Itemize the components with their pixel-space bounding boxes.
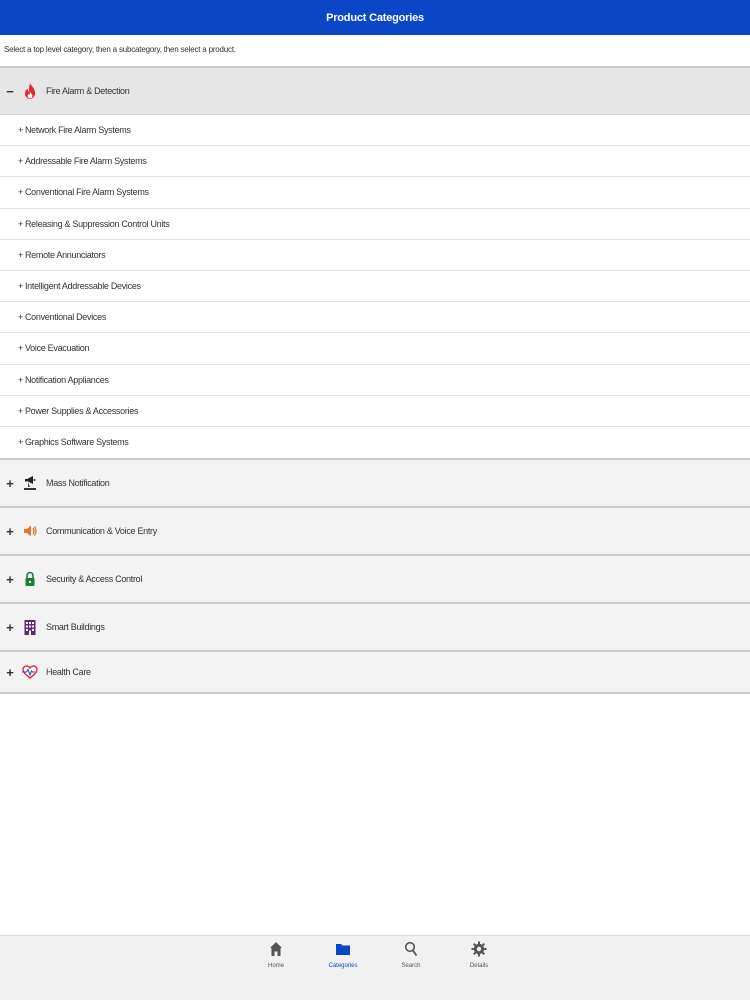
expand-plus: + <box>18 218 23 229</box>
title-bar: Product Categories <box>0 0 750 35</box>
subcategory-label: Conventional Fire Alarm Systems <box>24 187 149 198</box>
subcategory-item[interactable]: + Releasing & Suppression Control Units <box>0 209 750 240</box>
nav-details[interactable]: Details <box>449 936 509 986</box>
nav-label: Home <box>267 963 284 969</box>
expand-plus: + <box>18 343 23 354</box>
subcategory-item[interactable]: + Addressable Fire Alarm Systems <box>0 146 750 178</box>
subcategory-item[interactable]: + Remote Annunciators <box>0 240 750 271</box>
subcategory-item[interactable]: + Notification Appliances <box>0 365 750 396</box>
category-label: Fire Alarm & Detection <box>46 86 130 96</box>
subcategory-item[interactable]: + Conventional Fire Alarm Systems <box>0 177 750 209</box>
expand-plus: + <box>18 437 23 448</box>
nav-label: Details <box>469 963 489 969</box>
category-label: Mass Notification <box>46 478 110 489</box>
subcategory-item[interactable]: + Power Supplies & Accessories <box>0 396 750 427</box>
bottom-nav: Home Categories Search Details <box>0 935 750 1000</box>
subcategory-label: Remote Annunciators <box>24 249 106 260</box>
gear-icon <box>470 939 488 959</box>
expand-toggle[interactable]: + <box>0 620 20 635</box>
category-label: Smart Buildings <box>46 622 105 633</box>
expand-toggle[interactable]: + <box>0 524 20 539</box>
expand-plus: + <box>18 281 23 292</box>
nav-home[interactable]: Home <box>246 936 306 986</box>
subcategory-label: Notification Appliances <box>24 374 109 385</box>
expand-plus: + <box>18 374 23 385</box>
expand-plus: + <box>18 312 23 323</box>
building-icon <box>20 617 40 637</box>
nav-categories[interactable]: Categories <box>313 936 373 986</box>
megaphone-icon <box>20 473 40 493</box>
speaker-icon <box>20 521 40 541</box>
expand-plus: + <box>18 156 23 167</box>
lock-icon <box>20 569 40 589</box>
subcategory-label: Voice Evacuation <box>24 343 90 354</box>
subcategory-label: Conventional Devices <box>24 312 107 323</box>
subcategory-label: Addressable Fire Alarm Systems <box>24 156 147 167</box>
expand-plus: + <box>18 405 23 416</box>
category-security[interactable]: + Security & Access Control <box>0 554 750 603</box>
expand-plus: + <box>18 249 23 260</box>
subcategory-label: Power Supplies & Accessories <box>24 405 139 416</box>
expand-plus: + <box>18 125 23 136</box>
expand-toggle[interactable]: + <box>0 476 20 491</box>
instructions-text: Select a top level category, then a subc… <box>4 45 236 54</box>
category-label: Security & Access Control <box>46 574 143 585</box>
subcategory-item[interactable]: + Voice Evacuation <box>0 333 750 365</box>
collapse-toggle[interactable]: − <box>0 84 20 99</box>
subcategory-item[interactable]: + Graphics Software Systems <box>0 427 750 458</box>
category-communication[interactable]: + Communication & Voice Entry <box>0 506 750 555</box>
nav-label: Categories <box>328 963 358 969</box>
heart-pulse-icon <box>20 662 40 682</box>
category-label: Communication & Voice Entry <box>46 526 157 537</box>
category-list: − Fire Alarm & Detection + Network Fire … <box>0 66 750 695</box>
home-icon <box>267 939 285 959</box>
page-title: Product Categories <box>326 11 424 24</box>
subcategory-list: + Network Fire Alarm Systems + Addressab… <box>0 115 750 458</box>
subcategory-label: Network Fire Alarm Systems <box>24 125 131 136</box>
category-label: Health Care <box>46 667 91 678</box>
category-smart-buildings[interactable]: + Smart Buildings <box>0 602 750 651</box>
subcategory-item[interactable]: + Intelligent Addressable Devices <box>0 271 750 303</box>
flame-icon <box>20 81 40 101</box>
subcategory-label: Releasing & Suppression Control Units <box>24 218 170 229</box>
search-icon <box>402 939 420 959</box>
expand-toggle[interactable]: + <box>0 665 20 680</box>
subcategory-label: Graphics Software Systems <box>24 437 129 448</box>
subcategory-item[interactable]: + Conventional Devices <box>0 302 750 334</box>
nav-search[interactable]: Search <box>381 936 441 986</box>
nav-label: Search <box>401 963 421 969</box>
category-fire-alarm[interactable]: − Fire Alarm & Detection <box>0 68 750 115</box>
subcategory-label: Intelligent Addressable Devices <box>24 281 141 292</box>
folder-icon <box>334 939 352 959</box>
expand-toggle[interactable]: + <box>0 572 20 587</box>
category-health-care[interactable]: + Health Care <box>0 650 750 695</box>
subcategory-item[interactable]: + Network Fire Alarm Systems <box>0 115 750 147</box>
expand-plus: + <box>18 187 23 198</box>
category-mass-notification[interactable]: + Mass Notification <box>0 458 750 507</box>
